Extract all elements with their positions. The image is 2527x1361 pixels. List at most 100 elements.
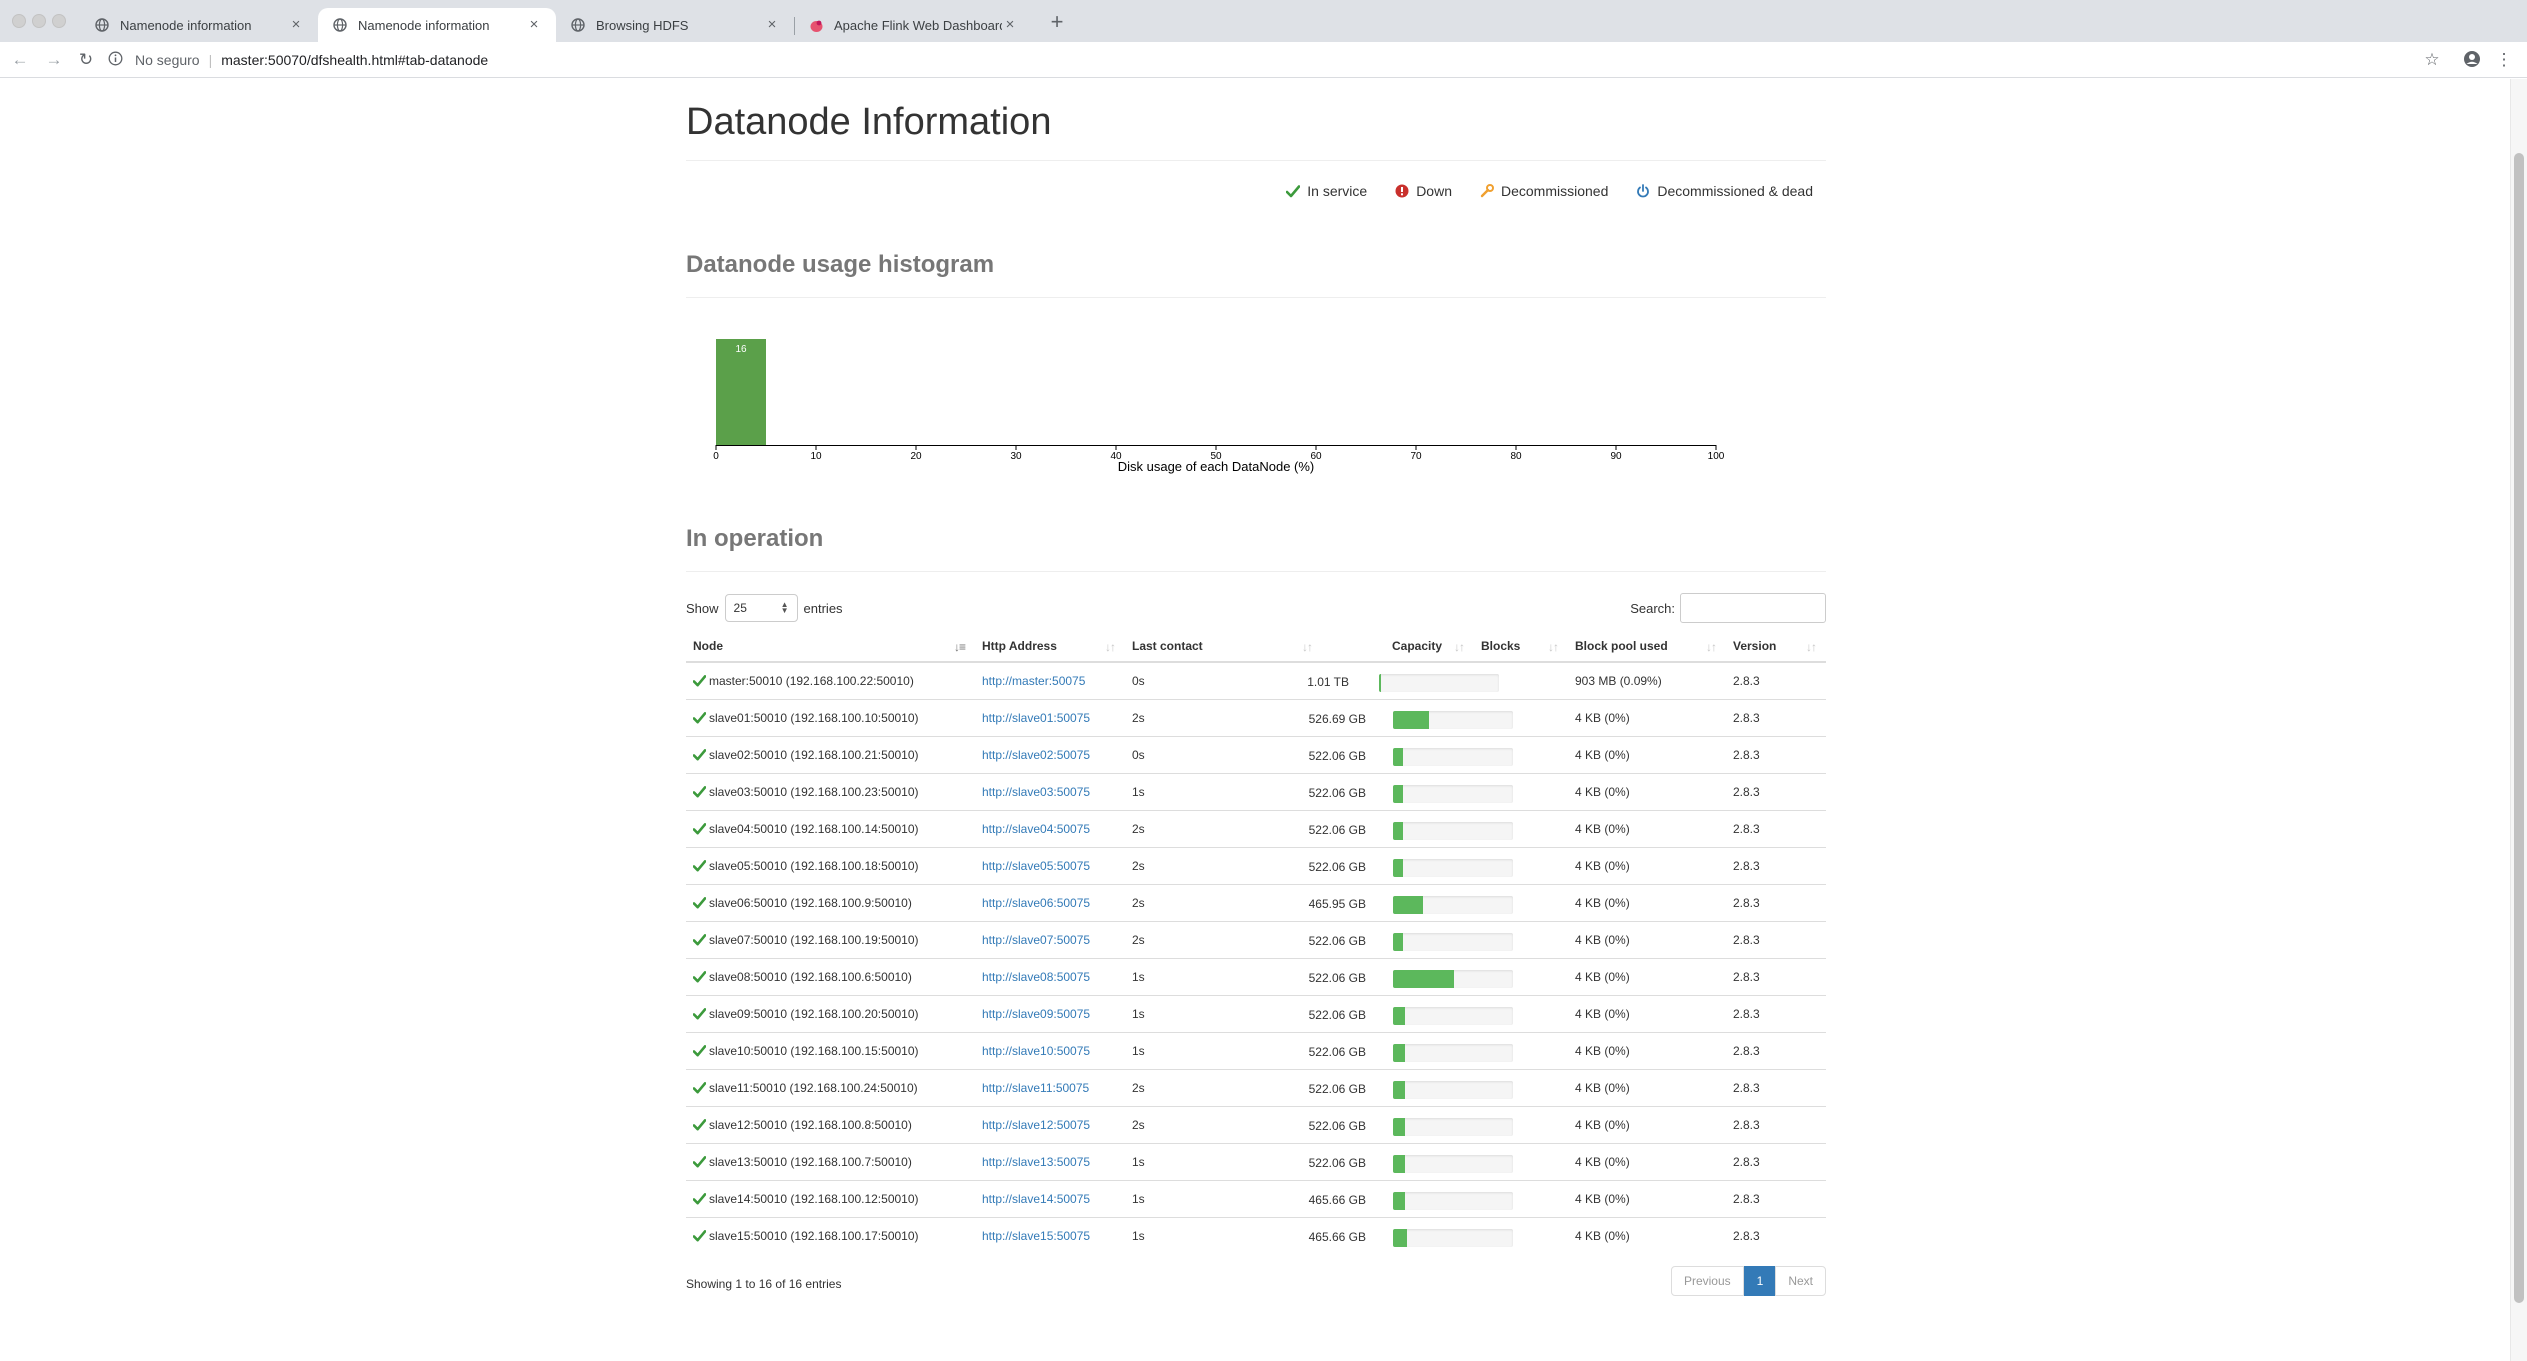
close-icon[interactable]: × [526,17,542,33]
info-icon[interactable] [108,51,123,69]
previous-page-button[interactable]: Previous [1670,1266,1744,1296]
usage-progress-bar [1393,1154,1513,1173]
http-address-link[interactable]: http://master:50075 [982,674,1085,688]
version-cell: 2.8.3 [1726,1142,1826,1180]
http-address-link[interactable]: http://slave02:50075 [982,748,1090,762]
browser-tab-active[interactable]: Namenode information × [318,8,556,42]
page-1-button[interactable]: 1 [1743,1266,1777,1296]
menu-kebab-icon[interactable]: ⋮ [2494,50,2514,70]
page-title: Datanode Information [686,101,1052,143]
usage-histogram: 160 10 20 30 40 50 60 70 80 90 100Disk usage of ea… [713,339,1725,474]
capacity-cell: 522.06 GB [1309,1031,1513,1069]
check-icon [693,711,706,724]
http-address-link[interactable]: http://slave06:50075 [982,896,1090,910]
capacity-value: 522.06 GB [1308,1007,1366,1022]
last-contact-cell: 2s [1125,846,1322,884]
histogram-x-tick-label: 30 [1010,451,1022,462]
histogram-x-tick-label: 0 [713,451,719,462]
last-contact-cell: 2s [1125,698,1322,736]
last-contact-cell: 1s [1125,1179,1322,1217]
capacity-value: 465.66 GB [1308,1229,1366,1244]
usage-progress-bar [1393,1191,1513,1210]
page-scrollbar[interactable] [2510,79,2527,1361]
table-row: slave15:50010 (192.168.100.17:50010) http… [686,1216,1826,1254]
browser-tab[interactable]: Namenode information × [80,8,318,42]
node-name: slave06:50010 (192.168.100.9:50010) [709,895,912,910]
window-zoom-dot[interactable] [52,14,66,28]
globe-icon [570,17,586,33]
column-header-http[interactable]: Http Address ↓↑ [975,631,1125,663]
column-header-node[interactable]: Node ↓≡ [686,631,975,663]
capacity-cell: 465.95 GB [1309,883,1513,921]
node-name: slave09:50010 (192.168.100.20:50010) [709,1006,919,1021]
column-header-block-pool[interactable]: Block pool used ↓↑ [1568,631,1726,663]
table-row: slave05:50010 (192.168.100.18:50010) http… [686,846,1826,884]
new-tab-button[interactable]: + [1046,11,1068,34]
flink-squirrel-icon [808,17,824,33]
block-pool-cell: 4 KB (0%) [1568,957,1726,995]
tab-title: Apache Flink Web Dashboard [834,17,1002,33]
capacity-cell: 522.06 GB [1309,1142,1513,1180]
close-icon[interactable]: × [288,17,304,33]
legend-down: Down [1395,183,1452,199]
http-address-link[interactable]: http://slave10:50075 [982,1044,1090,1058]
forward-icon[interactable]: → [44,50,64,70]
tab-title: Namenode information [120,17,252,33]
close-icon[interactable]: × [764,17,780,33]
http-address-link[interactable]: http://slave03:50075 [982,785,1090,799]
globe-icon [332,17,348,33]
block-pool-cell: 4 KB (0%) [1568,1031,1726,1069]
address-bar[interactable]: No seguro | master:50070/dfshealth.html#… [108,46,2438,74]
window-close-dot[interactable] [12,14,26,28]
legend-decommissioned: Decommissioned [1480,183,1608,199]
table-row: slave03:50010 (192.168.100.23:50010) http… [686,772,1826,810]
table-header: Node ↓≡ Http Address ↓↑ Last contact ↓↑ Cap… [686,631,1826,663]
http-address-link[interactable]: http://slave05:50075 [982,859,1090,873]
capacity-value: 1.01 TB [1307,675,1349,689]
account-icon[interactable] [2462,50,2482,70]
table-row: slave14:50010 (192.168.100.12:50010) http… [686,1179,1826,1217]
http-address-link[interactable]: http://slave04:50075 [982,822,1090,836]
back-icon[interactable]: ← [10,50,30,70]
http-address-link[interactable]: http://slave09:50075 [982,1007,1090,1021]
version-cell: 2.8.3 [1726,994,1826,1032]
column-header-version[interactable]: Version ↓↑ [1726,631,1826,663]
http-address-link[interactable]: http://slave12:50075 [982,1118,1090,1132]
http-address-link[interactable]: http://slave07:50075 [982,933,1090,947]
http-address-link[interactable]: http://slave15:50075 [982,1229,1090,1243]
reload-icon[interactable]: ↻ [76,50,96,70]
last-contact-cell: 0s [1125,735,1322,773]
usage-progress-fill [1393,1228,1408,1247]
table-body: master:50010 (192.168.100.22:50010) http:… [686,661,1826,1254]
column-header-capacity[interactable]: Capacity ↓↑ [1322,631,1474,663]
search-input[interactable] [1680,593,1826,623]
node-name: slave03:50010 (192.168.100.23:50010) [709,784,919,799]
http-address-link[interactable]: http://slave13:50075 [982,1155,1090,1169]
check-icon [693,1081,706,1094]
browser-tab[interactable]: Apache Flink Web Dashboard × [794,8,1032,42]
http-address-link[interactable]: http://slave01:50075 [982,711,1090,725]
column-header-last-contact[interactable]: Last contact ↓↑ [1125,631,1322,663]
capacity-value: 522.06 GB [1308,1044,1366,1059]
http-address-link[interactable]: http://slave08:50075 [982,970,1090,984]
entries-label: entries [803,600,843,616]
http-address-link[interactable]: http://slave14:50075 [982,1192,1090,1206]
http-address-link[interactable]: http://slave11:50075 [982,1081,1089,1095]
http-cell: http://slave11:50075 [975,1068,1125,1106]
bookmark-star-icon[interactable]: ☆ [2422,50,2442,70]
block-pool-cell: 4 KB (0%) [1568,698,1726,736]
usage-progress-bar [1393,969,1513,988]
browser-tab-bar: Namenode information × Namenode informat… [0,0,2527,42]
scrollbar-thumb[interactable] [2514,153,2524,1303]
window-minimize-dot[interactable] [32,14,46,28]
table-row: slave08:50010 (192.168.100.6:50010) http:… [686,957,1826,995]
url-text[interactable]: master:50070/dfshealth.html#tab-datanode [221,52,488,68]
browser-tab[interactable]: Browsing HDFS × [556,8,794,42]
column-header-blocks[interactable]: Blocks ↓↑ [1474,631,1568,663]
check-icon [693,1155,706,1168]
page-size-select[interactable]: 25 ▲ ▼ [724,594,798,622]
status-legend: In service Down Decommissioned Decommiss… [1258,183,1813,199]
next-page-button[interactable]: Next [1775,1266,1826,1296]
close-icon[interactable]: × [1002,17,1018,33]
node-name: slave11:50010 (192.168.100.24:50010) [709,1080,918,1095]
